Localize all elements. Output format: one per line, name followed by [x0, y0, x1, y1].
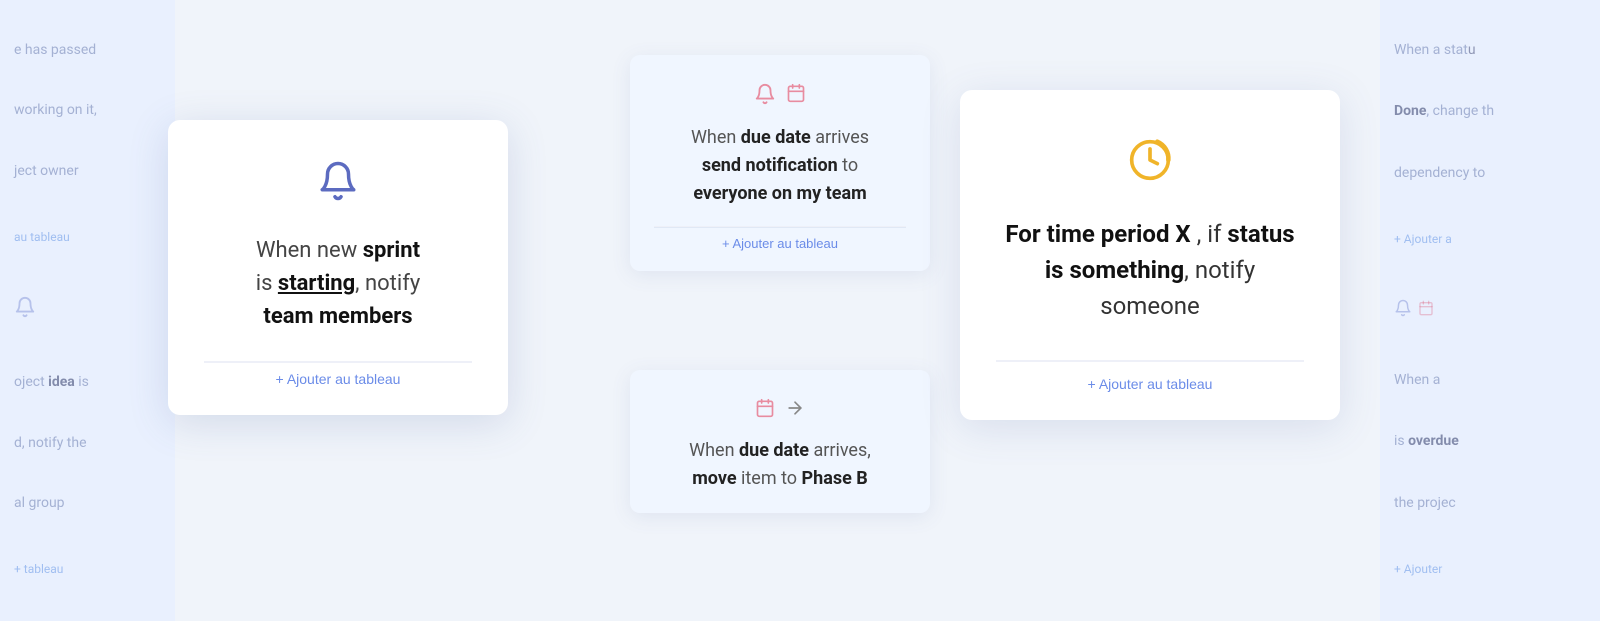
- bg-text-left-7: al group: [14, 493, 161, 514]
- due-move-bold3: Phase B: [802, 468, 868, 489]
- due-notify-add-button[interactable]: + Ajouter au tableau: [654, 227, 906, 251]
- time-period-card-text: For time period X , if status is somethi…: [996, 216, 1304, 324]
- due-notify-arrives: arrives: [811, 127, 869, 148]
- bg-text-right-6: is overdue: [1394, 431, 1586, 452]
- due-move-arrow-icon: [785, 398, 805, 423]
- due-notify-cal-icon: [786, 83, 806, 110]
- sprint-text-bold1: sprint: [363, 238, 420, 263]
- left-background: e has passed working on it, ject owner a…: [0, 0, 175, 621]
- due-move-when: When: [689, 440, 739, 461]
- due-move-bold2: move: [692, 468, 736, 489]
- due-notify-card-text: When due date arrives send notification …: [654, 124, 906, 208]
- due-notify-bold1: due date: [741, 127, 811, 148]
- time-bold1: For time period X: [1005, 220, 1190, 248]
- due-move-item-to: item to: [737, 468, 802, 489]
- card-sprint: When new sprint is starting, notify team…: [168, 120, 508, 415]
- time-if: , if: [1191, 220, 1228, 248]
- sprint-text-team: team members: [263, 304, 412, 329]
- bg-text-right-7: the projec: [1394, 493, 1586, 514]
- due-notify-bold2: send notification: [702, 155, 838, 176]
- due-notify-icons: [654, 83, 906, 110]
- bg-text-left-6: d, notify the: [14, 433, 161, 454]
- bg-text-left-3: ject owner: [14, 161, 161, 182]
- due-notify-bell-icon: [754, 83, 776, 110]
- bg-link-left-2: + tableau: [14, 562, 63, 576]
- sprint-add-button[interactable]: + Ajouter au tableau: [204, 362, 472, 387]
- due-move-cal-icon: [755, 398, 775, 423]
- sprint-text-notify: , notify: [355, 271, 420, 296]
- bg-bell-right: [1394, 299, 1412, 322]
- card-time-period: For time period X , if status is somethi…: [960, 90, 1340, 420]
- due-notify-to: to: [838, 155, 858, 176]
- due-move-arrives: arrives,: [809, 440, 871, 461]
- sprint-card-text: When new sprint is starting, notify team…: [204, 234, 472, 333]
- bg-text-right-2: Done, change th: [1394, 101, 1586, 122]
- bg-link-right-2: + Ajouter: [1394, 562, 1442, 576]
- bg-bell-left: [14, 296, 161, 324]
- due-notify-when: When: [691, 127, 741, 148]
- card-due-move: When due date arrives, move item to Phas…: [630, 370, 930, 513]
- bg-text-right-3: dependency to: [1394, 163, 1586, 184]
- right-background: When a statu Done, change th dependency …: [1380, 0, 1600, 621]
- due-move-icons: [654, 398, 906, 423]
- bg-text-right-5: When a: [1394, 370, 1586, 391]
- scene: e has passed working on it, ject owner a…: [0, 0, 1600, 621]
- card-due-notify: When due date arrives send notification …: [630, 55, 930, 271]
- due-notify-bold3: everyone on my team: [693, 183, 866, 204]
- due-move-card-text: When due date arrives, move item to Phas…: [654, 437, 906, 493]
- time-add-button[interactable]: + Ajouter au tableau: [996, 361, 1304, 392]
- sprint-text-is: is: [256, 271, 278, 296]
- bg-text-left-2: working on it,: [14, 100, 161, 121]
- bg-cal-right: [1418, 300, 1434, 321]
- sprint-text-starting: starting: [278, 271, 355, 296]
- bg-text-left-1: e has passed: [14, 40, 161, 61]
- due-move-bold1: due date: [739, 440, 809, 461]
- bg-link-right-1: + Ajouter a: [1394, 232, 1452, 246]
- sprint-bell-icon: [204, 160, 472, 212]
- sprint-text-when: When new: [256, 238, 363, 263]
- bg-link-left-1: au tableau: [14, 230, 70, 244]
- bg-text-right-1: When a statu: [1394, 40, 1586, 61]
- clock-icon: [996, 138, 1304, 192]
- bg-text-left-5: oject idea is: [14, 372, 161, 393]
